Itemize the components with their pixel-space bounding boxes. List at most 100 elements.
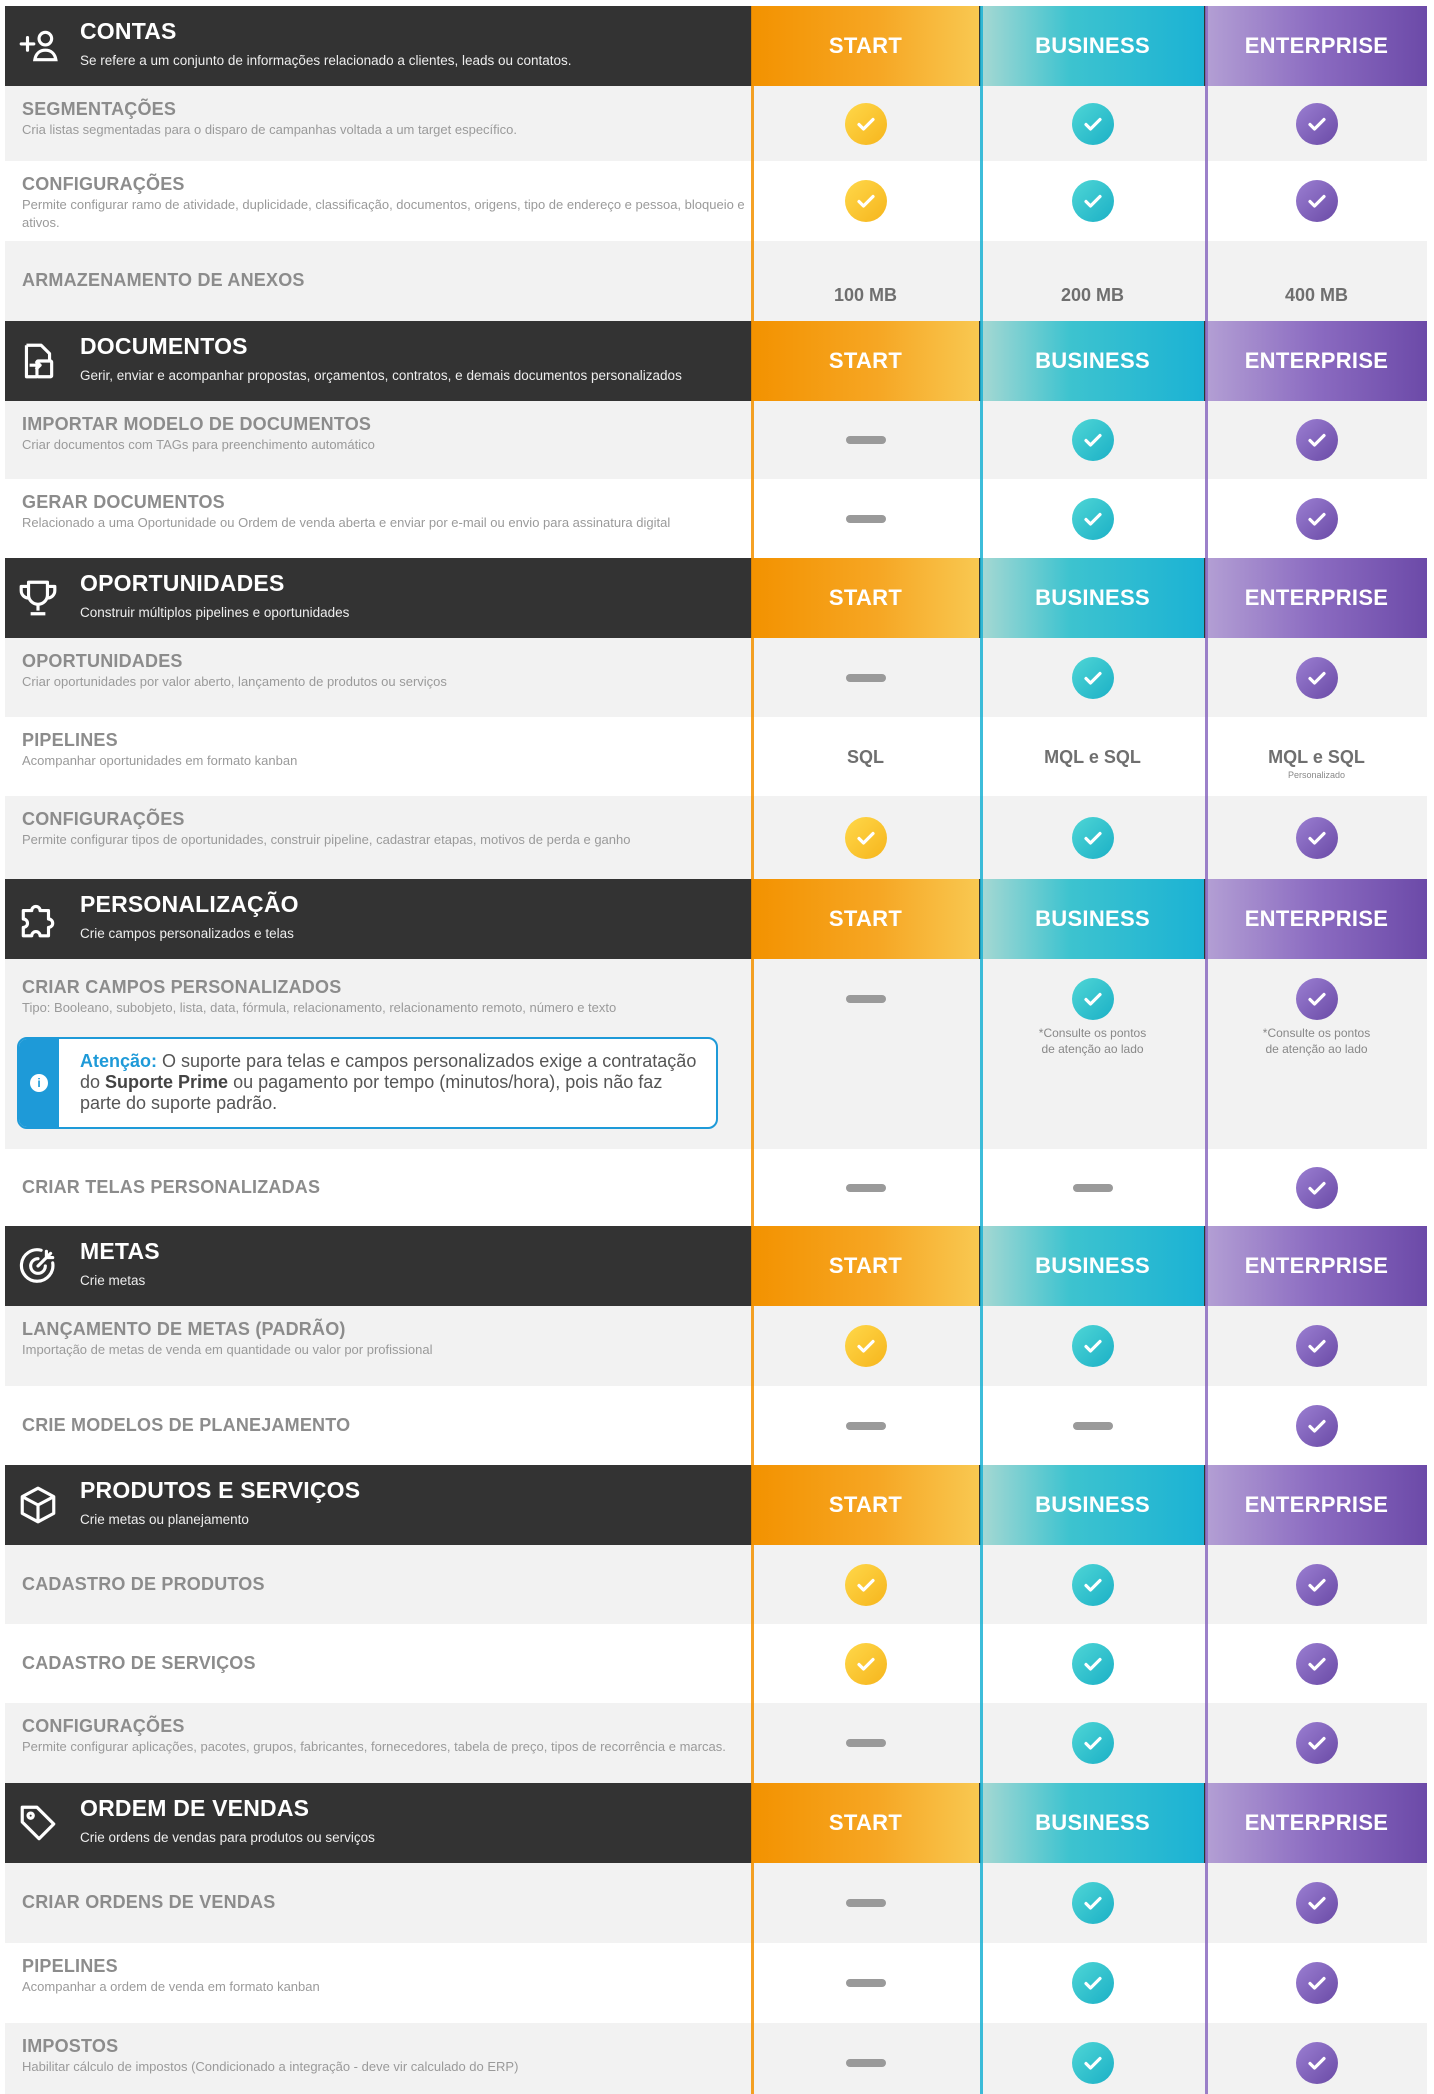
cell-start	[752, 1306, 979, 1386]
check-icon	[1071, 978, 1114, 1020]
not-included-icon	[845, 1739, 886, 1747]
not-included-icon	[845, 2059, 886, 2067]
feature-row: CRIAR TELAS PERSONALIZADAS	[5, 1149, 1427, 1226]
consult-note: *Consulte os pontos de atenção ao lado	[1262, 1026, 1371, 1056]
cell-start	[752, 638, 979, 717]
check-icon	[1071, 419, 1114, 461]
cell-enterprise	[1206, 796, 1427, 879]
not-included-icon	[1072, 1422, 1113, 1430]
section-header: PERSONALIZAÇÃO Crie campos personalizados…	[5, 879, 1427, 959]
cell-business	[981, 86, 1204, 161]
check-icon	[1295, 817, 1338, 859]
cell-start	[752, 796, 979, 879]
plan-header-business: BUSINESS	[981, 558, 1204, 638]
section-subtitle: Construir múltiplos pipelines e oportuni…	[80, 605, 350, 620]
cell-enterprise	[1206, 1943, 1427, 2023]
check-icon	[1071, 103, 1114, 145]
cell-business	[981, 479, 1204, 558]
cell-enterprise: MQL e SQL Personalizado	[1206, 717, 1427, 796]
feature-description: Acompanhar a ordem de venda em formato k…	[22, 1979, 320, 1994]
check-icon	[1071, 1962, 1114, 2004]
section-subtitle: Se refere a um conjunto de informações r…	[80, 53, 572, 68]
tag-icon	[17, 1802, 59, 1844]
column-divider-business	[980, 6, 983, 2094]
check-icon	[1295, 1722, 1338, 1764]
plan-header-enterprise: ENTERPRISE	[1206, 1226, 1427, 1306]
plan-value: 200 MB	[1060, 285, 1125, 305]
cell-business	[981, 1703, 1204, 1783]
check-icon	[1295, 1405, 1338, 1447]
section-title: CONTAS	[80, 18, 177, 44]
feature-row: PIPELINES Acompanhar oportunidades em for…	[5, 717, 1427, 796]
section-title: PRODUTOS E SERVIÇOS	[80, 1477, 361, 1503]
feature-name: CONFIGURAÇÕES	[22, 809, 185, 829]
check-icon	[844, 1564, 887, 1606]
feature-description: Importação de metas de venda em quantida…	[22, 1342, 433, 1357]
cell-business: MQL e SQL	[981, 717, 1204, 796]
feature-row: IMPORTAR MODELO DE DOCUMENTOS Criar docum…	[5, 401, 1427, 479]
feature-row: CADASTRO DE PRODUTOS	[5, 1545, 1427, 1624]
plan-header-enterprise: ENTERPRISE	[1206, 1465, 1427, 1545]
alert-bold: Suporte Prime	[105, 1072, 229, 1092]
cell-enterprise	[1206, 479, 1427, 558]
check-icon	[1071, 1722, 1114, 1764]
document-transfer-icon	[17, 340, 59, 382]
feature-name: GERAR DOCUMENTOS	[22, 492, 225, 512]
cell-start	[752, 2023, 979, 2094]
plan-header-enterprise: ENTERPRISE	[1206, 558, 1427, 638]
plan-header-start: START	[752, 6, 979, 86]
check-icon	[1071, 1564, 1114, 1606]
cell-enterprise	[1206, 1386, 1427, 1465]
check-icon	[844, 817, 887, 859]
check-icon	[1295, 978, 1338, 1020]
consult-note: *Consulte os pontos de atenção ao lado	[1038, 1026, 1147, 1056]
cell-enterprise: 400 MB	[1206, 241, 1427, 321]
feature-name: CRIE MODELOS DE PLANEJAMENTO	[22, 1415, 351, 1435]
feature-description: Permite configurar ramo de atividade, du…	[22, 197, 745, 230]
cell-start	[752, 161, 979, 241]
cell-enterprise	[1206, 1624, 1427, 1703]
cell-business	[981, 638, 1204, 717]
section-subtitle: Crie campos personalizados e telas	[80, 926, 294, 941]
cell-enterprise	[1206, 1545, 1427, 1624]
check-icon	[1295, 2042, 1338, 2084]
plan-header-enterprise: ENTERPRISE	[1206, 6, 1427, 86]
check-icon	[1295, 1325, 1338, 1367]
feature-row: CONFIGURAÇÕES Permite configurar ramo de …	[5, 161, 1427, 241]
plan-value: SQL	[846, 747, 884, 767]
feature-row: LANÇAMENTO DE METAS (PADRÃO) Importação d…	[5, 1306, 1427, 1386]
plan-header-start: START	[752, 1465, 979, 1545]
plan-header-start: START	[752, 879, 979, 959]
plan-header-business: BUSINESS	[981, 321, 1204, 401]
cell-business	[981, 1624, 1204, 1703]
check-icon	[1295, 1564, 1338, 1606]
feature-description: Permite configurar aplicações, pacotes, …	[22, 1739, 726, 1754]
section-subtitle: Crie metas	[80, 1273, 146, 1288]
feature-row: ARMAZENAMENTO DE ANEXOS 100 MB 200 MB 400 M…	[5, 241, 1427, 321]
target-icon	[17, 1245, 59, 1287]
check-icon	[1295, 1882, 1338, 1924]
cell-business	[981, 161, 1204, 241]
check-icon	[1295, 1962, 1338, 2004]
cell-start	[752, 1545, 979, 1624]
cell-business	[981, 796, 1204, 879]
feature-row: CONFIGURAÇÕES Permite configurar tipos de…	[5, 796, 1427, 879]
feature-description: Criar oportunidades por valor aberto, la…	[22, 674, 447, 689]
feature-row: CONFIGURAÇÕES Permite configurar aplicaçõ…	[5, 1703, 1427, 1783]
check-icon	[1071, 2042, 1114, 2084]
not-included-icon	[845, 1422, 886, 1430]
plan-header-start: START	[752, 321, 979, 401]
feature-name: OPORTUNIDADES	[22, 651, 183, 671]
not-included-icon	[1072, 1184, 1113, 1192]
cell-business	[981, 1943, 1204, 2023]
column-divider-enterprise	[1205, 6, 1208, 2094]
plan-header-business: BUSINESS	[981, 1465, 1204, 1545]
check-icon	[1295, 657, 1338, 699]
feature-description: Relacionado a uma Oportunidade ou Ordem …	[22, 515, 671, 530]
plan-value: MQL e SQL	[1044, 747, 1141, 767]
cell-start	[752, 86, 979, 161]
cell-enterprise	[1206, 2023, 1427, 2094]
plan-header-business: BUSINESS	[981, 6, 1204, 86]
feature-row: PIPELINES Acompanhar a ordem de venda em …	[5, 1943, 1427, 2023]
check-icon	[1295, 419, 1338, 461]
